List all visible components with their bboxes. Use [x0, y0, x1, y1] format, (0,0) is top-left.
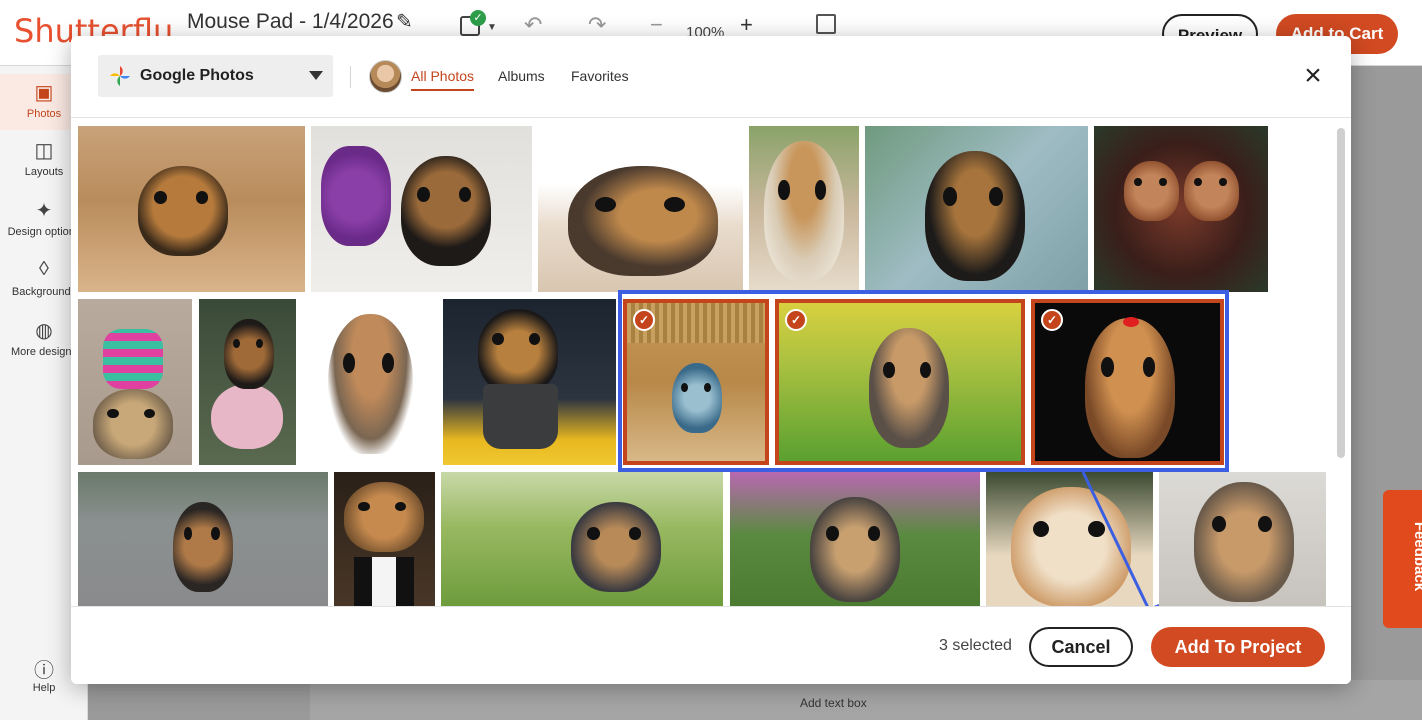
photo-6[interactable] — [1094, 126, 1268, 292]
header-divider — [350, 66, 351, 88]
dog-figure — [1124, 161, 1179, 221]
dog-figure — [764, 141, 844, 281]
photo-10[interactable] — [443, 299, 616, 465]
photo-8[interactable] — [199, 299, 296, 465]
dog-figure — [1011, 487, 1131, 606]
sidebar-item-label: Photos — [26, 108, 62, 120]
cancel-button[interactable]: Cancel — [1029, 627, 1133, 667]
photo-1[interactable] — [78, 126, 305, 292]
dog-figure — [328, 314, 413, 454]
grid-scrollbar[interactable] — [1337, 128, 1345, 458]
flowers — [321, 146, 391, 246]
dog-figure — [810, 497, 900, 602]
redo-icon[interactable]: ↷ — [588, 12, 606, 38]
dog-figure — [344, 482, 424, 552]
dog-figure — [93, 389, 173, 459]
photo-16[interactable] — [441, 472, 723, 606]
saved-check-icon: ✓ — [470, 10, 486, 26]
dog-figure — [1194, 482, 1294, 602]
selected-count: 3 selected — [939, 637, 1012, 654]
edit-pencil-icon[interactable]: ✎ — [396, 9, 413, 34]
pink-heart-basket — [211, 384, 283, 449]
dialog-footer: 3 selected Cancel Add To Project — [71, 606, 1351, 684]
photo-picker-dialog: Google Photos All Photos Albums Favorite… — [71, 36, 1351, 684]
chevron-down-icon — [309, 71, 323, 80]
add-text-box-label[interactable]: Add text box — [800, 696, 867, 710]
tab-all-photos[interactable]: All Photos — [411, 68, 475, 91]
photo-7[interactable] — [78, 299, 192, 465]
photo-17[interactable] — [730, 472, 980, 606]
photo-source-select[interactable]: Google Photos — [98, 55, 333, 97]
dog-figure — [1184, 161, 1239, 221]
document-title: Mouse Pad - 1/4/2026 — [187, 10, 394, 33]
photo-18[interactable] — [986, 472, 1153, 606]
feedback-label: Feedback — [1411, 521, 1422, 592]
sidebar-item-label: Design options — [7, 226, 81, 238]
dog-figure — [224, 319, 274, 389]
avatar[interactable] — [369, 60, 402, 93]
photo-2[interactable] — [311, 126, 532, 292]
sidebar-item-label: Backgrounds — [11, 286, 77, 298]
photo-3[interactable] — [538, 126, 743, 292]
close-icon[interactable]: × — [1299, 61, 1327, 91]
photo-9[interactable] — [303, 299, 436, 465]
dog-figure — [173, 502, 233, 592]
undo-icon[interactable]: ↶ — [524, 12, 542, 38]
photo-5[interactable] — [865, 126, 1088, 292]
sidebar-item-label: Layouts — [24, 166, 64, 178]
zoom-in-icon[interactable]: + — [740, 12, 753, 38]
add-to-project-button[interactable]: Add To Project — [1151, 627, 1325, 667]
mug — [483, 384, 558, 449]
photo-source-label: Google Photos — [140, 67, 254, 84]
dog-figure — [138, 166, 228, 256]
fit-screen-icon[interactable] — [816, 14, 836, 34]
dog-figure — [401, 156, 491, 266]
dog-figure — [478, 309, 558, 394]
dog-figure — [568, 166, 718, 276]
chevron-down-icon: ▼ — [487, 22, 497, 33]
photo-15[interactable] — [334, 472, 435, 606]
sidebar-item-label: More designs — [10, 346, 78, 358]
google-photos-icon — [110, 66, 130, 86]
dog-figure — [571, 502, 661, 592]
dog-figure — [925, 151, 1025, 281]
feedback-tab[interactable]: Feedback — [1383, 490, 1422, 628]
photo-14[interactable] — [78, 472, 328, 606]
zoom-out-icon[interactable]: − — [650, 12, 663, 38]
save-button[interactable]: ✓ ▼ — [460, 10, 497, 38]
tab-albums[interactable]: Albums — [498, 68, 545, 84]
selection-highlight-box — [618, 290, 1229, 472]
sidebar-item-label: Help — [32, 682, 56, 694]
tab-favorites[interactable]: Favorites — [571, 68, 629, 84]
tuxedo — [354, 557, 414, 606]
dialog-header: Google Photos All Photos Albums Favorite… — [71, 36, 1351, 118]
photo-4[interactable] — [749, 126, 859, 292]
sweater — [103, 329, 163, 389]
photo-19[interactable] — [1159, 472, 1326, 606]
